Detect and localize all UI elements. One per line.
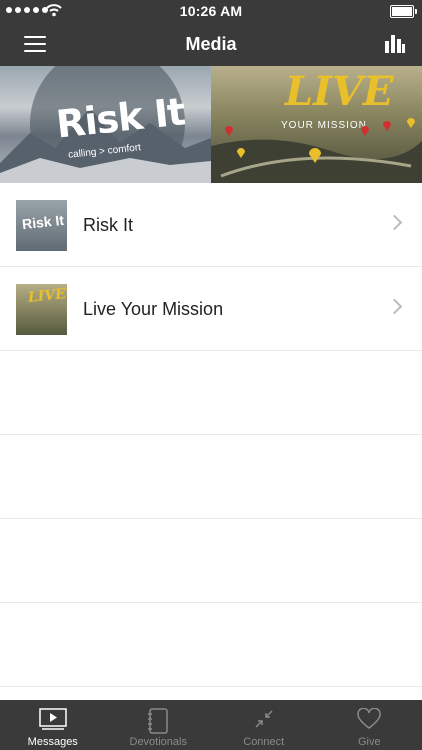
heart-icon bbox=[357, 708, 382, 729]
tab-label: Messages bbox=[27, 736, 78, 748]
notebook-icon bbox=[148, 708, 168, 734]
navigation-bar: Media bbox=[0, 22, 422, 66]
list-item[interactable]: Risk It Risk It bbox=[0, 183, 422, 267]
media-thumbnail: Risk It bbox=[16, 200, 67, 251]
status-bar: 10:26 AM bbox=[0, 0, 422, 22]
map-pin-icon bbox=[361, 126, 369, 136]
play-icon bbox=[39, 708, 67, 730]
media-title: Live Your Mission bbox=[83, 299, 224, 319]
empty-row bbox=[0, 519, 422, 603]
map-pin-icon bbox=[407, 118, 415, 128]
tab-label: Devotionals bbox=[129, 736, 187, 748]
tab-connect[interactable]: Connect bbox=[211, 700, 317, 750]
banner-risk-it[interactable]: Risk It calling > comfort bbox=[0, 66, 211, 183]
featured-banners: Risk It calling > comfort LIVE YOUR MISS… bbox=[0, 66, 422, 183]
map-pin-icon bbox=[309, 148, 321, 163]
thumbnail-text: LIVE bbox=[27, 286, 67, 306]
banner-title: LIVE bbox=[285, 68, 394, 115]
banner-subtitle: YOUR MISSION bbox=[281, 120, 367, 131]
tab-give[interactable]: Give bbox=[317, 700, 422, 750]
map-pin-icon bbox=[237, 148, 245, 158]
page-title: Media bbox=[185, 34, 237, 54]
chevron-right-icon bbox=[386, 214, 403, 231]
media-list: Risk It Risk It LIVE Live Your Mission bbox=[0, 183, 422, 687]
tab-label: Connect bbox=[243, 736, 285, 748]
chevron-right-icon bbox=[386, 298, 403, 315]
empty-row bbox=[0, 351, 422, 435]
stats-icon[interactable] bbox=[384, 33, 406, 53]
tab-label: Give bbox=[357, 736, 381, 748]
battery-icon bbox=[390, 5, 417, 18]
banner-live-your-mission[interactable]: LIVE YOUR MISSION bbox=[211, 66, 422, 183]
connect-icon bbox=[255, 710, 273, 728]
list-item[interactable]: LIVE Live Your Mission bbox=[0, 267, 422, 351]
media-thumbnail: LIVE bbox=[16, 284, 67, 335]
map-pin-icon bbox=[383, 121, 391, 131]
tab-bar: Messages Devotionals Connect Give bbox=[0, 700, 422, 750]
status-time: 10:26 AM bbox=[179, 3, 243, 19]
tab-devotionals[interactable]: Devotionals bbox=[106, 700, 212, 750]
map-pin-icon bbox=[225, 126, 233, 136]
empty-row bbox=[0, 603, 422, 687]
tab-messages[interactable]: Messages bbox=[0, 700, 106, 750]
media-title: Risk It bbox=[83, 215, 134, 235]
thumbnail-text: Risk It bbox=[21, 211, 65, 233]
empty-row bbox=[0, 435, 422, 519]
